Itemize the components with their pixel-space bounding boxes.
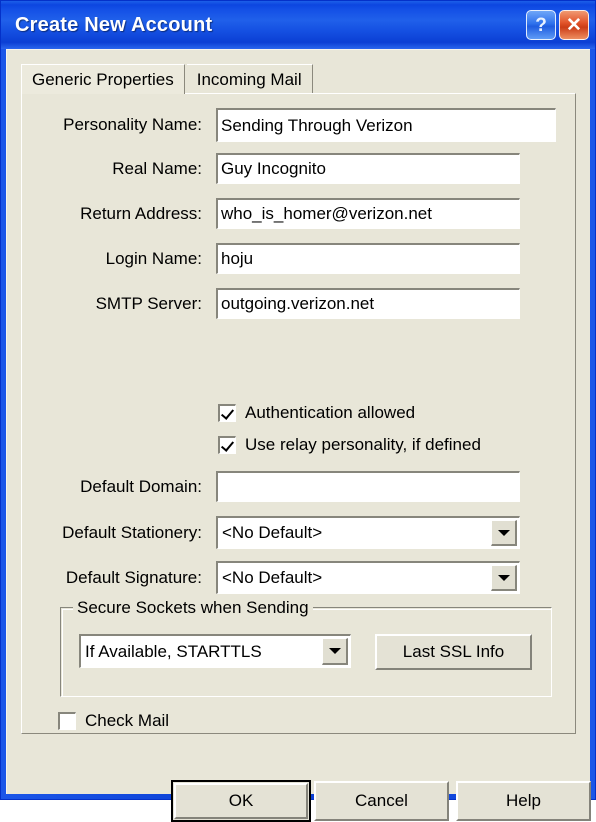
login-name-input[interactable]: hoju (216, 243, 520, 274)
field-row-login-name: Login Name: hoju (22, 243, 526, 274)
return-address-input[interactable]: who_is_homer@verizon.net (216, 198, 520, 229)
tab-incoming-mail-label: Incoming Mail (196, 69, 302, 89)
chevron-down-icon[interactable] (491, 520, 517, 546)
real-name-input[interactable]: Guy Incognito (216, 153, 520, 184)
secure-sockets-dropdown[interactable]: If Available, STARTTLS (79, 634, 351, 668)
smtp-server-label: SMTP Server: (95, 293, 202, 313)
smtp-server-input[interactable]: outgoing.verizon.net (216, 288, 520, 319)
field-row-default-stationery: Default Stationery: <No Default> (22, 516, 526, 549)
field-row-real-name: Real Name: Guy Incognito (22, 153, 526, 184)
personality-name-input[interactable]: Sending Through Verizon (216, 108, 556, 142)
authentication-allowed-checkbox[interactable] (218, 404, 236, 422)
field-row-return-address: Return Address: who_is_homer@verizon.net (22, 198, 526, 229)
window-title: Create New Account (15, 13, 213, 36)
chevron-down-icon[interactable] (491, 565, 517, 591)
field-row-default-signature: Default Signature: <No Default> (22, 561, 526, 594)
field-row-default-domain: Default Domain: (22, 471, 526, 502)
field-row-personality-name: Personality Name: Sending Through Verizo… (22, 108, 562, 142)
default-signature-value: <No Default> (222, 568, 323, 587)
tab-generic-properties[interactable]: Generic Properties (21, 64, 185, 94)
use-relay-personality-label: Use relay personality, if defined (245, 435, 481, 454)
chevron-down-icon[interactable] (322, 638, 348, 665)
default-stationery-value: <No Default> (222, 523, 323, 542)
checkbox-row-authentication-allowed[interactable]: Authentication allowed (218, 403, 415, 423)
default-domain-label: Default Domain: (80, 476, 202, 496)
return-address-label: Return Address: (80, 203, 202, 223)
tab-strip: Generic Properties Incoming Mail (21, 64, 313, 94)
title-bar: Create New Account ? ✕ (1, 1, 595, 49)
tab-incoming-mail[interactable]: Incoming Mail (186, 64, 313, 94)
help-icon-button[interactable]: ? (526, 10, 556, 40)
default-stationery-label: Default Stationery: (62, 522, 202, 542)
last-ssl-info-button[interactable]: Last SSL Info (375, 634, 532, 670)
title-bar-buttons: ? ✕ (526, 10, 589, 40)
default-domain-input[interactable] (216, 471, 520, 502)
last-ssl-info-label: Last SSL Info (402, 642, 505, 661)
help-button[interactable]: Help (456, 781, 591, 821)
help-button-label: Help (506, 791, 541, 810)
secure-sockets-groupbox: Secure Sockets when Sending If Available… (60, 598, 552, 697)
dialog-window: Create New Account ? ✕ Generic Propertie… (0, 0, 596, 822)
field-row-smtp-server: SMTP Server: outgoing.verizon.net (22, 288, 526, 319)
tab-panel-generic-properties: Personality Name: Sending Through Verizo… (21, 93, 576, 734)
check-mail-label: Check Mail (85, 711, 170, 730)
secure-sockets-value: If Available, STARTTLS (85, 641, 262, 661)
authentication-allowed-label: Authentication allowed (245, 403, 416, 422)
personality-name-label: Personality Name: (63, 115, 202, 134)
cancel-button[interactable]: Cancel (314, 781, 449, 821)
real-name-label: Real Name: (112, 158, 202, 178)
cancel-button-label: Cancel (355, 791, 408, 810)
default-signature-label: Default Signature: (65, 567, 202, 587)
use-relay-personality-checkbox[interactable] (218, 436, 236, 454)
default-stationery-dropdown[interactable]: <No Default> (216, 516, 520, 549)
dialog-body: Generic Properties Incoming Mail Persona… (6, 49, 591, 822)
check-mail-checkbox[interactable] (58, 712, 76, 730)
tab-generic-properties-label: Generic Properties (32, 69, 174, 89)
ok-button-label: OK (228, 791, 254, 810)
secure-sockets-groupbox-title: Secure Sockets when Sending (73, 598, 313, 618)
checkbox-row-use-relay-personality[interactable]: Use relay personality, if defined (218, 435, 481, 455)
login-name-label: Login Name: (105, 248, 202, 268)
checkbox-row-check-mail[interactable]: Check Mail (58, 711, 169, 731)
ok-button[interactable]: OK (171, 780, 311, 822)
close-icon-button[interactable]: ✕ (559, 10, 589, 40)
default-signature-dropdown[interactable]: <No Default> (216, 561, 520, 594)
